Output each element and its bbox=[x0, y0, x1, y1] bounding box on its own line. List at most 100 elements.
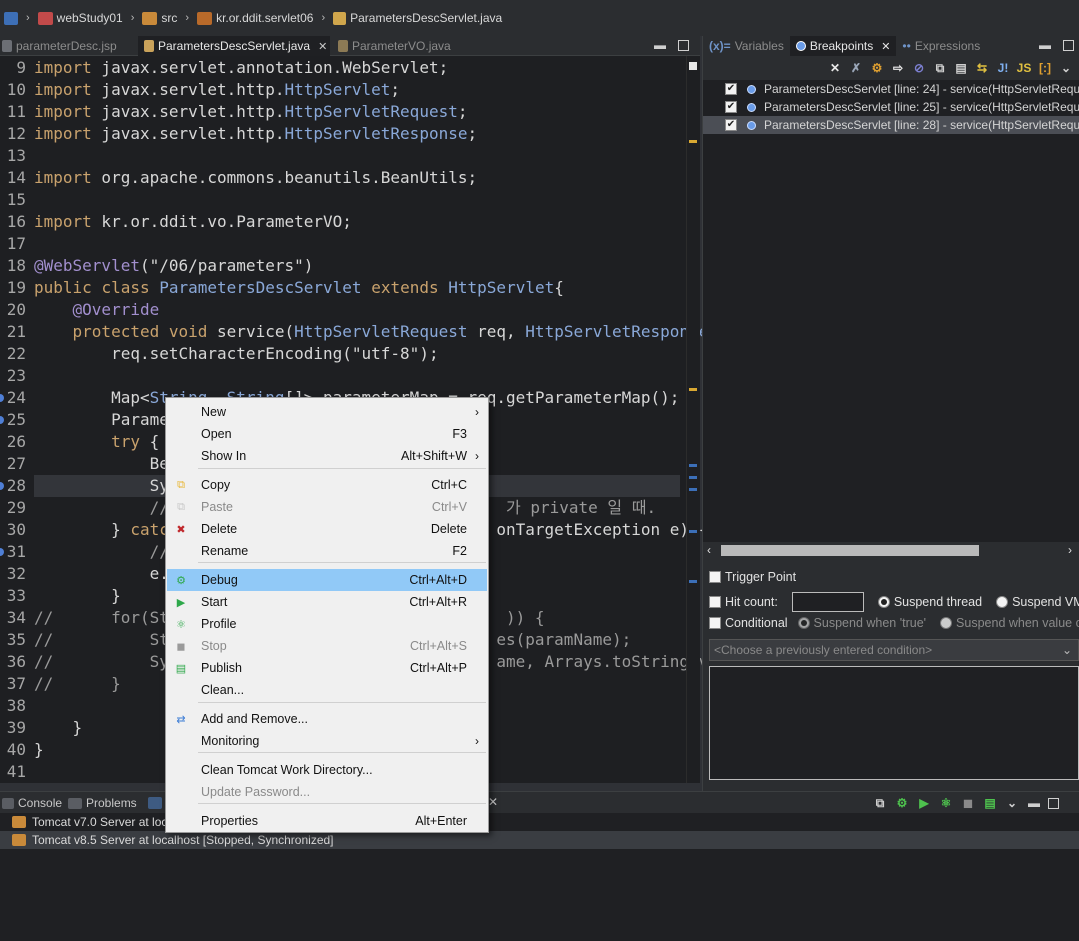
ruler-marker[interactable] bbox=[689, 530, 697, 533]
js-breakpoint-icon[interactable]: JS bbox=[1016, 60, 1032, 76]
code-line[interactable]: protected void service(HttpServletReques… bbox=[34, 321, 728, 343]
breadcrumb-package[interactable]: kr.or.ddit.servlet06 bbox=[197, 11, 313, 25]
code-line[interactable]: @Override bbox=[34, 299, 160, 321]
ruler-marker[interactable] bbox=[689, 476, 697, 479]
breakpoint-enabled-checkbox[interactable]: ✔ bbox=[725, 119, 737, 131]
hit-count-checkbox[interactable] bbox=[709, 596, 721, 608]
publish-icon[interactable]: ▤ bbox=[982, 795, 998, 811]
remove-breakpoint-icon[interactable]: ✕ bbox=[827, 60, 843, 76]
tab-servers[interactable] bbox=[146, 792, 166, 814]
maximize-icon[interactable] bbox=[1048, 797, 1059, 809]
menu-item-paste[interactable]: ⧉ Paste Ctrl+V bbox=[167, 496, 487, 518]
tab-variables[interactable]: (x)= Variables bbox=[703, 36, 790, 56]
code-line[interactable]: import javax.servlet.http.HttpServletReq… bbox=[34, 101, 467, 123]
menu-item-rename[interactable]: Rename F2 bbox=[167, 540, 487, 562]
menu-item-properties[interactable]: Properties Alt+Enter bbox=[167, 810, 487, 832]
trigger-point-checkbox[interactable] bbox=[709, 571, 721, 583]
menu-item-profile[interactable]: ⚛ Profile bbox=[167, 613, 487, 635]
breakpoint-enabled-checkbox[interactable]: ✔ bbox=[725, 101, 737, 113]
code-line[interactable]: import javax.servlet.http.HttpServletRes… bbox=[34, 123, 477, 145]
maximize-icon[interactable] bbox=[678, 40, 689, 51]
close-icon[interactable]: ✕ bbox=[881, 40, 890, 53]
suspend-when-changes-radio[interactable] bbox=[940, 617, 953, 629]
code-line[interactable]: // } bbox=[34, 673, 121, 695]
breadcrumb-file[interactable]: ParametersDescServlet.java bbox=[333, 11, 502, 25]
suspend-thread-radio[interactable] bbox=[877, 596, 890, 608]
collapse-all-icon[interactable]: ▤ bbox=[953, 60, 969, 76]
breakpoint-enabled-checkbox[interactable]: ✔ bbox=[725, 83, 737, 95]
stop-icon[interactable]: ◼ bbox=[960, 795, 976, 811]
menu-item-clean-tomcat-work-directory[interactable]: Clean Tomcat Work Directory... bbox=[167, 759, 487, 781]
server-row[interactable]: Tomcat v7.0 Server at loc bbox=[0, 813, 1079, 831]
import-breakpoints-icon[interactable]: [:] bbox=[1037, 60, 1053, 76]
conditional-checkbox[interactable] bbox=[709, 617, 721, 629]
scroll-right-icon[interactable]: › bbox=[1068, 543, 1072, 557]
tab-breakpoints[interactable]: Breakpoints ✕ bbox=[789, 36, 897, 56]
hit-count-input[interactable] bbox=[791, 592, 864, 612]
conditional-option[interactable]: Conditional Suspend when 'true' Suspend … bbox=[709, 616, 1079, 630]
code-line[interactable]: req.setCharacterEncoding("utf-8"); bbox=[34, 343, 439, 365]
tab-parameterdesc-jsp[interactable]: parameterDesc.jsp bbox=[0, 36, 138, 56]
minimize-icon[interactable]: ▬ bbox=[1026, 795, 1042, 811]
suspend-when-true-radio[interactable] bbox=[797, 617, 810, 629]
breadcrumb-src[interactable]: src bbox=[142, 11, 177, 25]
scroll-left-icon[interactable]: ‹ bbox=[707, 543, 711, 557]
tab-parametervo-java[interactable]: ParameterVO.java bbox=[332, 36, 478, 56]
menu-item-update-password[interactable]: Update Password... bbox=[167, 781, 487, 803]
server-row[interactable]: Tomcat v8.5 Server at localhost [Stopped… bbox=[0, 831, 1079, 849]
code-line[interactable]: Bea bbox=[34, 453, 179, 475]
remove-all-breakpoints-icon[interactable]: ✗ bbox=[848, 60, 864, 76]
code-line[interactable]: e.p bbox=[34, 563, 179, 585]
close-icon[interactable]: ✕ bbox=[318, 40, 327, 53]
ruler-marker[interactable] bbox=[689, 62, 697, 70]
code-line[interactable]: @WebServlet("/06/parameters") bbox=[34, 255, 313, 277]
code-line[interactable]: public class ParametersDescServlet exten… bbox=[34, 277, 564, 299]
ruler-marker[interactable] bbox=[689, 580, 697, 583]
menu-item-publish[interactable]: ▤ Publish Ctrl+Alt+P bbox=[167, 657, 487, 679]
overview-ruler[interactable] bbox=[686, 56, 700, 783]
menu-item-open[interactable]: Open F3 bbox=[167, 423, 487, 445]
trigger-point-option[interactable]: Trigger Point bbox=[709, 570, 796, 584]
close-icon[interactable]: ✕ bbox=[488, 795, 498, 809]
tab-console[interactable]: Console bbox=[0, 792, 64, 814]
ruler-marker[interactable] bbox=[689, 464, 697, 467]
menu-item-clean[interactable]: Clean... bbox=[167, 679, 487, 701]
minimize-icon[interactable]: ▬ bbox=[654, 38, 666, 52]
suspend-vm-radio[interactable] bbox=[996, 596, 1009, 608]
java-exception-breakpoint-icon[interactable]: J! bbox=[995, 60, 1011, 76]
scrollbar-thumb[interactable] bbox=[721, 545, 979, 556]
breakpoint-item[interactable]: ✔ ParametersDescServlet [line: 25] - serv… bbox=[703, 98, 1079, 116]
breadcrumb-project[interactable]: webStudy01 bbox=[37, 11, 123, 25]
profile-icon[interactable]: ⚛ bbox=[938, 795, 954, 811]
maximize-icon[interactable] bbox=[1063, 40, 1074, 51]
horizontal-scrollbar[interactable]: ‹ › bbox=[703, 542, 1079, 558]
go-to-file-icon[interactable]: ⇨ bbox=[890, 60, 906, 76]
code-line[interactable]: } bbox=[34, 739, 44, 761]
condition-history-select[interactable]: <Choose a previously entered condition> … bbox=[709, 639, 1079, 661]
link-with-debug-view-icon[interactable]: ⇆ bbox=[974, 60, 990, 76]
menu-item-new[interactable]: New › bbox=[167, 401, 487, 423]
chevron-down-icon[interactable]: ⌄ bbox=[1062, 640, 1072, 660]
menu-item-start[interactable]: ▶ Start Ctrl+Alt+R bbox=[167, 591, 487, 613]
tab-problems[interactable]: Problems bbox=[66, 792, 144, 814]
show-supported-breakpoints-icon[interactable]: ⚙ bbox=[869, 60, 885, 76]
menu-item-add-and-remove[interactable]: ⇄ Add and Remove... bbox=[167, 708, 487, 730]
menu-item-monitoring[interactable]: Monitoring › bbox=[167, 730, 487, 752]
menu-item-delete[interactable]: ✖ Delete Delete bbox=[167, 518, 487, 540]
menu-item-show-in[interactable]: Show In Alt+Shift+W › bbox=[167, 445, 487, 467]
view-menu-icon[interactable]: ⌄ bbox=[1004, 795, 1020, 811]
menu-item-stop[interactable]: ◼ Stop Ctrl+Alt+S bbox=[167, 635, 487, 657]
code-line[interactable]: import kr.or.ddit.vo.ParameterVO; bbox=[34, 211, 352, 233]
tab-expressions[interactable]: •• Expressions bbox=[896, 36, 986, 56]
code-line[interactable]: // bbox=[34, 541, 169, 563]
view-menu-icon[interactable]: ⌄ bbox=[1058, 60, 1074, 76]
start-icon[interactable]: ▶ bbox=[916, 795, 932, 811]
code-line[interactable]: Paramet bbox=[34, 409, 178, 431]
tab-parametersdescservlet-java[interactable]: ParametersDescServlet.java ✕ bbox=[138, 36, 330, 56]
ruler-marker[interactable] bbox=[689, 388, 697, 391]
code-line[interactable]: try { bbox=[34, 431, 159, 453]
hit-count-option[interactable]: Hit count: Suspend thread Suspend VM bbox=[709, 592, 1079, 612]
menu-item-copy[interactable]: ⧉ Copy Ctrl+C bbox=[167, 474, 487, 496]
code-line[interactable]: import javax.servlet.annotation.WebServl… bbox=[34, 57, 448, 79]
condition-editor[interactable] bbox=[709, 666, 1079, 780]
